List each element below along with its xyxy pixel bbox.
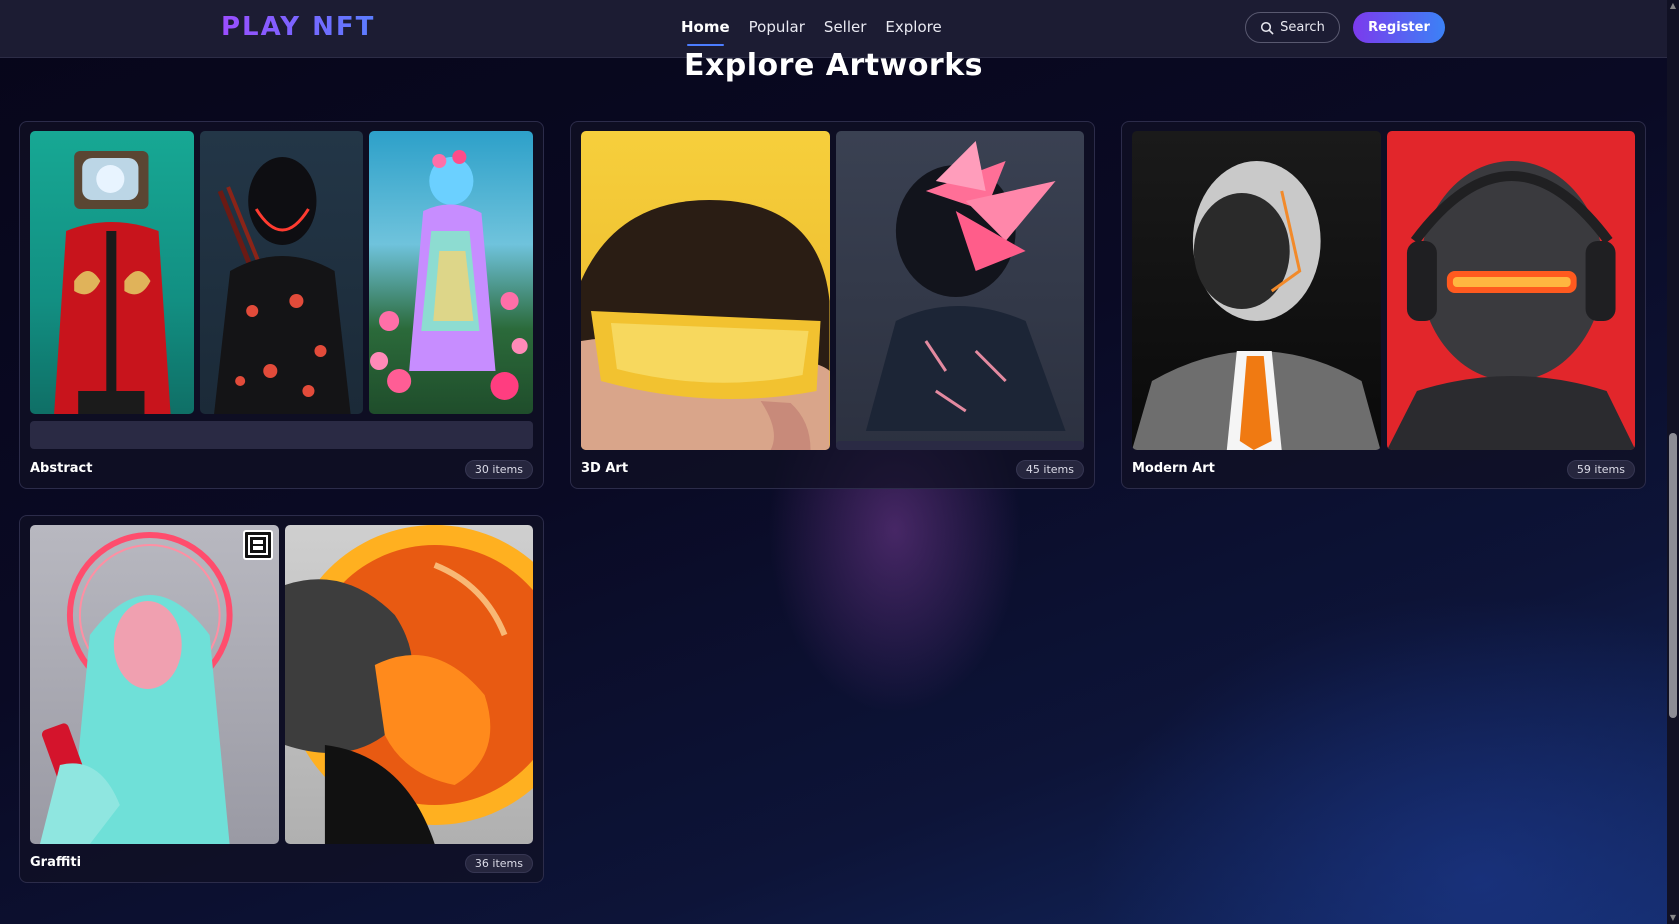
nav-links: Home Popular Seller Explore: [681, 18, 942, 46]
card-images: [30, 525, 533, 844]
collection-card-graffiti[interactable]: Graffiti 36 items: [19, 515, 544, 883]
artwork-neon-halo-figure[interactable]: [30, 525, 279, 844]
artwork-holographic-rose-figure[interactable]: [369, 131, 534, 414]
nav-link-seller[interactable]: Seller: [824, 18, 866, 36]
qr-badge-icon: [242, 530, 273, 560]
collection-count-badge: 36 items: [464, 854, 533, 873]
scroll-down-arrow-icon[interactable]: ▼: [1669, 914, 1677, 922]
search-button-label: Search: [1280, 20, 1325, 35]
artwork-pink-leaf-helmet[interactable]: [835, 131, 1084, 450]
nav-link-popular[interactable]: Popular: [749, 18, 805, 36]
page-scrollbar[interactable]: ▲ ▼: [1667, 0, 1679, 924]
card-image-strip: [836, 441, 1084, 450]
search-button[interactable]: Search: [1245, 12, 1340, 43]
collection-name: Abstract: [30, 461, 93, 476]
scrollbar-thumb[interactable]: [1669, 433, 1677, 718]
nav-link-home[interactable]: Home: [681, 18, 730, 46]
card-images: [581, 131, 1084, 450]
search-icon: [1261, 21, 1274, 34]
artwork-tv-head-figure[interactable]: [30, 131, 194, 414]
collection-card-3d-art[interactable]: 3D Art 45 items: [570, 121, 1095, 489]
artwork-chrome-samurai[interactable]: [199, 131, 364, 414]
artwork-robot-in-suit[interactable]: [1132, 131, 1381, 450]
card-images: [30, 131, 534, 414]
collection-name: Graffiti: [30, 855, 82, 870]
artwork-red-visor-helmet[interactable]: [1386, 131, 1635, 450]
collection-card-abstract[interactable]: Abstract 30 items: [19, 121, 544, 489]
collection-name: 3D Art: [581, 461, 629, 476]
collection-name: Modern Art: [1132, 461, 1215, 476]
collection-card-modern-art[interactable]: Modern Art 59 items: [1121, 121, 1646, 489]
nav-link-explore[interactable]: Explore: [885, 18, 941, 36]
card-images: [1132, 131, 1635, 450]
card-image-strip: [30, 421, 533, 449]
collection-count-badge: 45 items: [1015, 460, 1084, 479]
artwork-molten-sphere[interactable]: [284, 525, 533, 844]
scroll-up-arrow-icon[interactable]: ▲: [1669, 2, 1677, 10]
section-title: Explore Artworks: [683, 48, 984, 83]
artwork-yellow-visor-girl[interactable]: [581, 131, 830, 450]
register-button[interactable]: Register: [1353, 12, 1445, 43]
collection-count-badge: 59 items: [1566, 460, 1635, 479]
collection-count-badge: 30 items: [464, 460, 533, 479]
site-logo[interactable]: PLAY NFT: [221, 12, 375, 42]
